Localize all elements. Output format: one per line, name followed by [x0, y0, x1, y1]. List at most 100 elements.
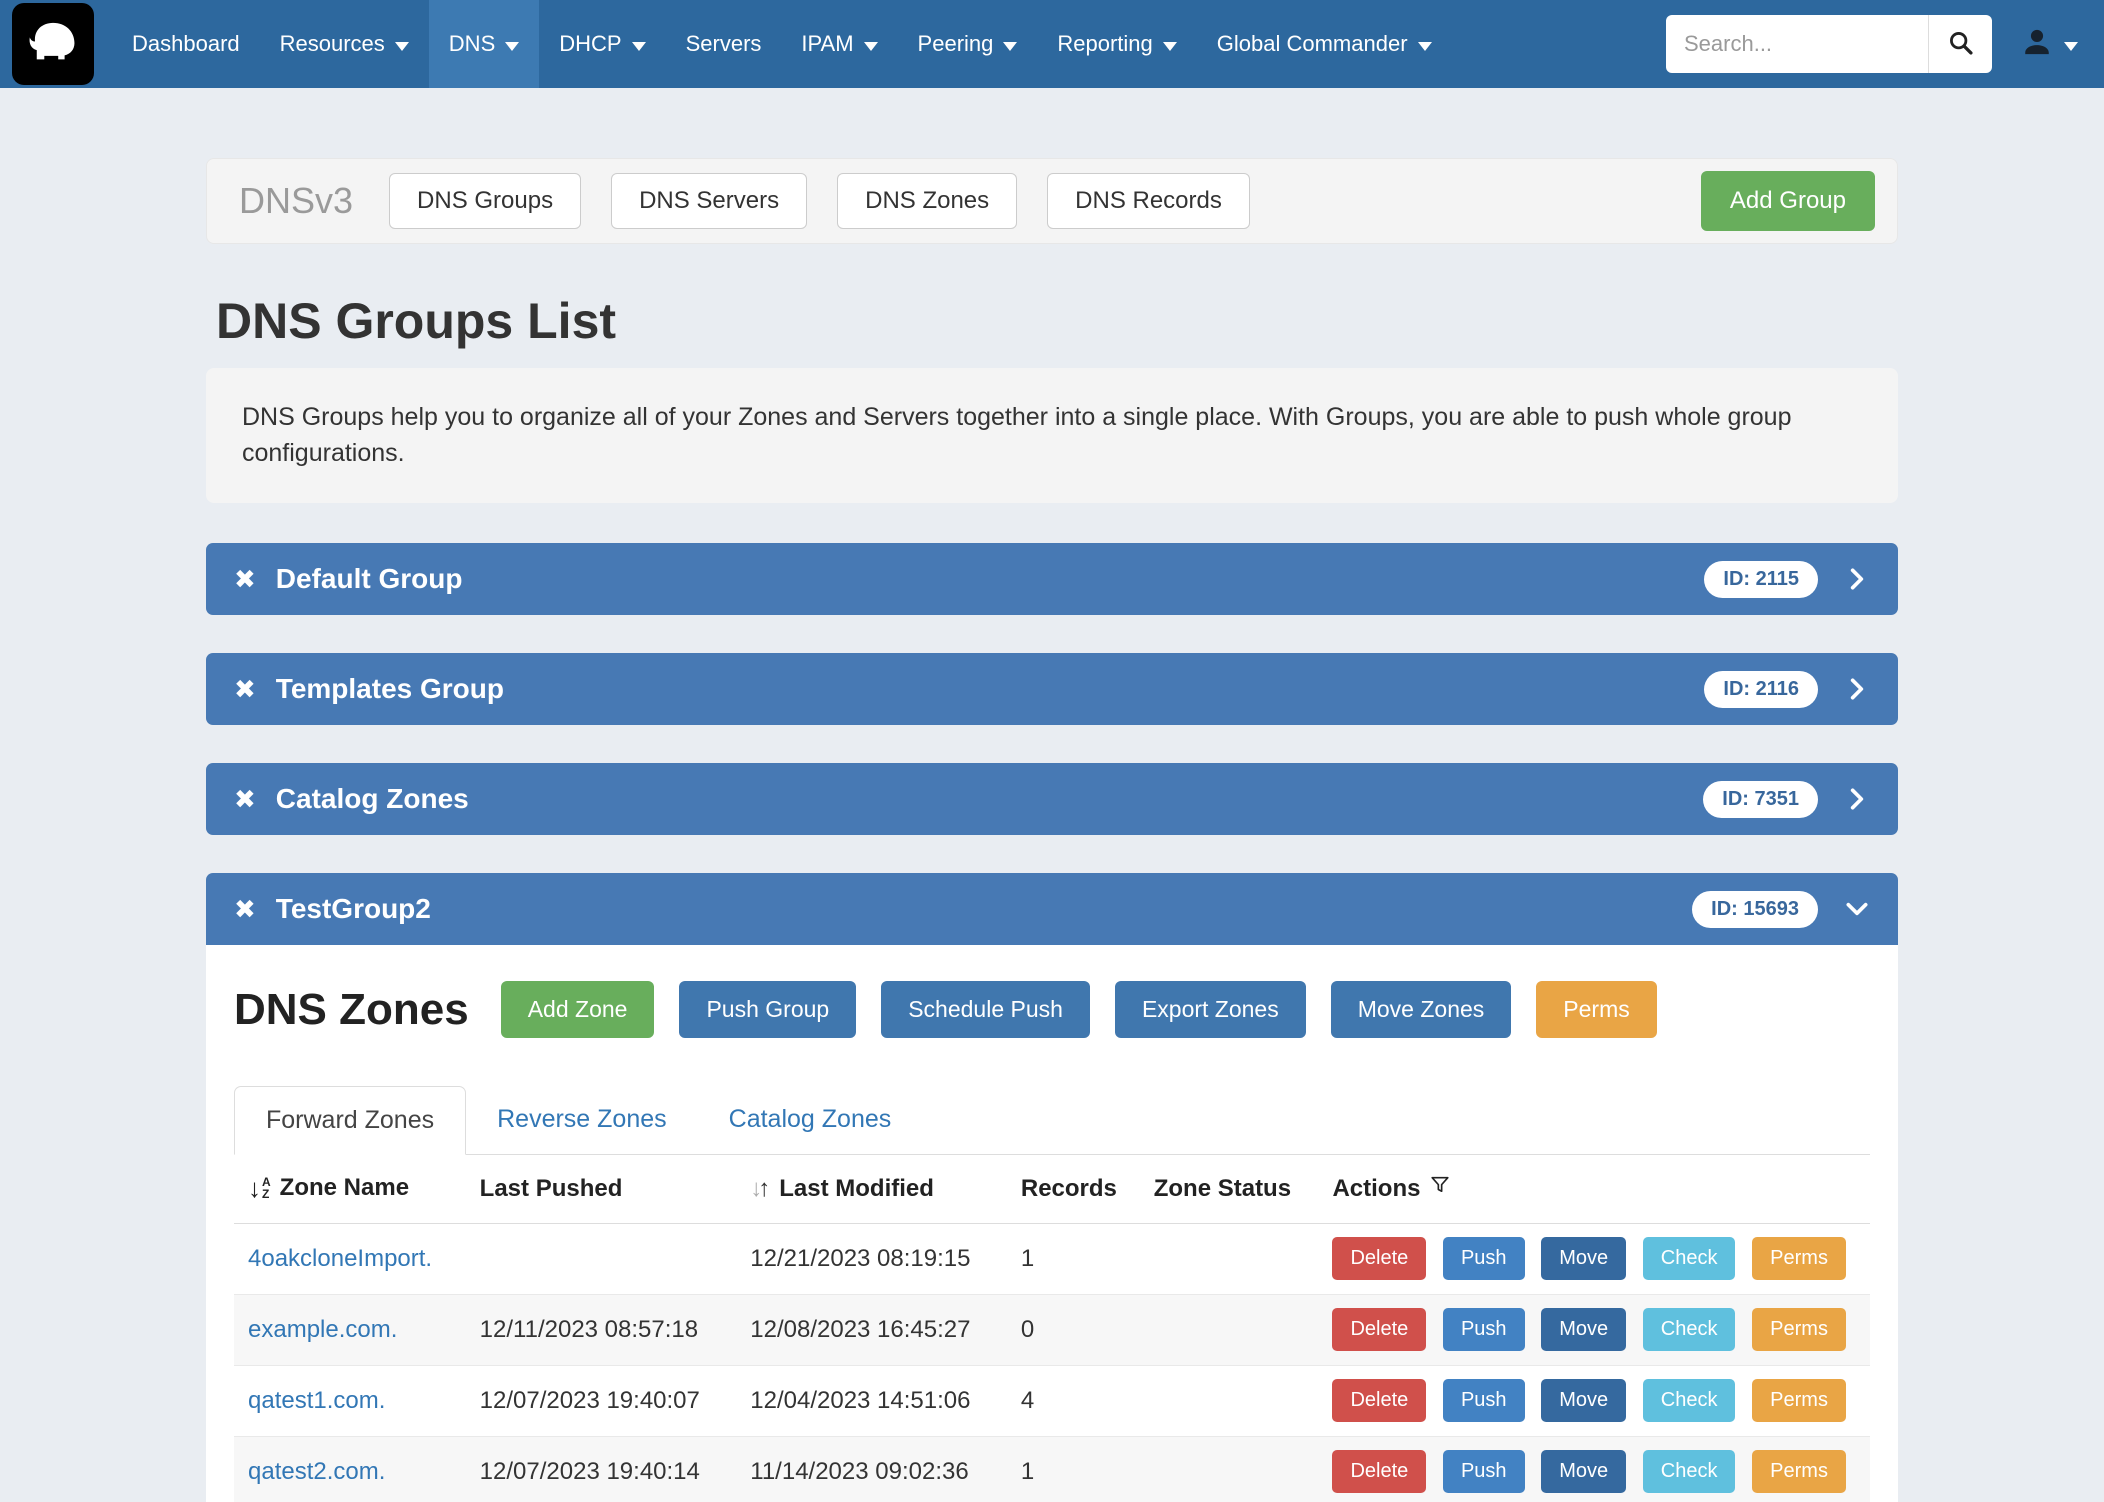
table-row: qatest1.com. 12/07/2023 19:40:07 12/04/2…	[234, 1365, 1870, 1436]
dnsv3-label: DNSv3	[239, 180, 353, 222]
move-zones-button[interactable]: Move Zones	[1331, 981, 1512, 1038]
check-button[interactable]: Check	[1643, 1237, 1736, 1280]
move-button[interactable]: Move	[1541, 1308, 1626, 1351]
top-navbar: Dashboard Resources DNS DHCP Servers IPA…	[0, 0, 2104, 88]
chevron-down-icon	[864, 42, 878, 51]
nav-dns[interactable]: DNS	[429, 0, 539, 88]
zone-link[interactable]: 4oakcloneImport.	[248, 1245, 432, 1272]
sort-alpha-icon[interactable]: ↓ AZ	[248, 1175, 271, 1201]
search-button[interactable]	[1928, 15, 1992, 73]
chevron-down-icon	[2064, 42, 2078, 51]
records-cell: 1	[1007, 1223, 1140, 1294]
delete-button[interactable]: Delete	[1332, 1379, 1426, 1422]
group-name: Default Group	[276, 563, 463, 595]
header-zone-name[interactable]: ↓ AZ Zone Name	[234, 1155, 466, 1223]
group-bar-testgroup2[interactable]: ✖ TestGroup2 ID: 15693	[206, 873, 1898, 945]
group-id-badge: ID: 15693	[1692, 891, 1818, 928]
header-last-pushed[interactable]: Last Pushed	[466, 1155, 737, 1223]
add-group-button[interactable]: Add Group	[1701, 171, 1875, 231]
zone-link[interactable]: qatest1.com.	[248, 1387, 385, 1414]
perms-button[interactable]: Perms	[1752, 1237, 1846, 1280]
delete-button[interactable]: Delete	[1332, 1450, 1426, 1493]
schedule-push-button[interactable]: Schedule Push	[881, 981, 1090, 1038]
move-button[interactable]: Move	[1541, 1379, 1626, 1422]
push-button[interactable]: Push	[1443, 1450, 1525, 1493]
delete-button[interactable]: Delete	[1332, 1308, 1426, 1351]
chevron-right-icon[interactable]	[1844, 566, 1870, 592]
search-input[interactable]	[1666, 15, 1928, 73]
check-button[interactable]: Check	[1643, 1450, 1736, 1493]
header-zone-status[interactable]: Zone Status	[1140, 1155, 1319, 1223]
dns-servers-button[interactable]: DNS Servers	[611, 173, 807, 229]
push-button[interactable]: Push	[1443, 1308, 1525, 1351]
dns-records-button[interactable]: DNS Records	[1047, 173, 1250, 229]
header-records[interactable]: Records	[1007, 1155, 1140, 1223]
move-button[interactable]: Move	[1541, 1237, 1626, 1280]
last-modified-cell: 12/04/2023 14:51:06	[736, 1365, 1007, 1436]
chevron-right-icon[interactable]	[1844, 786, 1870, 812]
nav-resources[interactable]: Resources	[260, 0, 429, 88]
push-group-button[interactable]: Push Group	[679, 981, 856, 1038]
check-button[interactable]: Check	[1643, 1308, 1736, 1351]
group-bar-default-group[interactable]: ✖ Default Group ID: 2115	[206, 543, 1898, 615]
group-id-badge: ID: 7351	[1703, 781, 1818, 818]
nav-global-commander[interactable]: Global Commander	[1197, 0, 1452, 88]
header-last-modified[interactable]: ↓↑ Last Modified	[736, 1155, 1007, 1223]
perms-button[interactable]: Perms	[1536, 981, 1656, 1038]
user-menu[interactable]	[2020, 25, 2078, 64]
group-bar-templates-group[interactable]: ✖ Templates Group ID: 2116	[206, 653, 1898, 725]
group-testgroup2-expanded: ✖ TestGroup2 ID: 15693 DNS Zones Add Zon…	[206, 873, 1898, 1502]
perms-button[interactable]: Perms	[1752, 1379, 1846, 1422]
move-button[interactable]: Move	[1541, 1450, 1626, 1493]
tab-reverse-zones[interactable]: Reverse Zones	[466, 1086, 698, 1154]
group-id-badge: ID: 2116	[1704, 671, 1818, 708]
nav-dhcp[interactable]: DHCP	[539, 0, 665, 88]
check-button[interactable]: Check	[1643, 1379, 1736, 1422]
sort-icon[interactable]: ↓↑	[750, 1177, 770, 1201]
zones-table: ↓ AZ Zone Name Last Pushed	[234, 1155, 1870, 1502]
add-zone-button[interactable]: Add Zone	[501, 981, 655, 1038]
group-bar-catalog-zones[interactable]: ✖ Catalog Zones ID: 7351	[206, 763, 1898, 835]
perms-button[interactable]: Perms	[1752, 1308, 1846, 1351]
remove-group-icon[interactable]: ✖	[234, 566, 256, 592]
nav-reporting[interactable]: Reporting	[1037, 0, 1196, 88]
page-description: DNS Groups help you to organize all of y…	[206, 368, 1898, 503]
zone-link[interactable]: example.com.	[248, 1316, 397, 1343]
nav-ipam[interactable]: IPAM	[781, 0, 897, 88]
tab-forward-zones[interactable]: Forward Zones	[234, 1086, 466, 1155]
dns-zones-panel: DNS Zones Add Zone Push Group Schedule P…	[206, 945, 1898, 1502]
remove-group-icon[interactable]: ✖	[234, 676, 256, 702]
nav-dashboard[interactable]: Dashboard	[112, 0, 260, 88]
zone-tabs: Forward Zones Reverse Zones Catalog Zone…	[234, 1086, 1870, 1155]
perms-button[interactable]: Perms	[1752, 1450, 1846, 1493]
chevron-down-icon	[1418, 42, 1432, 51]
push-button[interactable]: Push	[1443, 1379, 1525, 1422]
group-name: TestGroup2	[276, 893, 431, 925]
dns-groups-button[interactable]: DNS Groups	[389, 173, 581, 229]
page-title: DNS Groups List	[206, 292, 1898, 350]
tab-catalog-zones[interactable]: Catalog Zones	[698, 1086, 923, 1154]
nav-peering[interactable]: Peering	[898, 0, 1038, 88]
delete-button[interactable]: Delete	[1332, 1237, 1426, 1280]
user-icon	[2020, 25, 2054, 64]
zone-status-cell	[1140, 1365, 1319, 1436]
chevron-right-icon[interactable]	[1844, 676, 1870, 702]
remove-group-icon[interactable]: ✖	[234, 786, 256, 812]
zone-link[interactable]: qatest2.com.	[248, 1458, 385, 1485]
mammoth-logo-icon	[24, 13, 82, 76]
nav-servers[interactable]: Servers	[666, 0, 782, 88]
export-zones-button[interactable]: Export Zones	[1115, 981, 1306, 1038]
chevron-down-icon	[1163, 42, 1177, 51]
remove-group-icon[interactable]: ✖	[234, 896, 256, 922]
app-logo[interactable]	[12, 3, 94, 85]
chevron-down-icon[interactable]	[1844, 896, 1870, 922]
chevron-down-icon	[632, 42, 646, 51]
records-cell: 0	[1007, 1294, 1140, 1365]
dns-zones-button[interactable]: DNS Zones	[837, 173, 1017, 229]
zone-status-cell	[1140, 1223, 1319, 1294]
search-icon	[1947, 29, 1975, 60]
last-modified-cell: 12/21/2023 08:19:15	[736, 1223, 1007, 1294]
filter-icon[interactable]	[1429, 1174, 1451, 1203]
records-cell: 1	[1007, 1436, 1140, 1502]
push-button[interactable]: Push	[1443, 1237, 1525, 1280]
